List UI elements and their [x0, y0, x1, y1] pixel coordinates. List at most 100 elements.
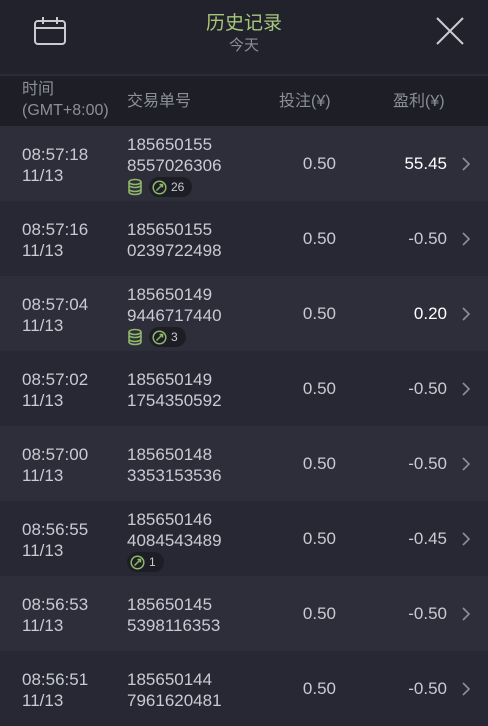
- row-order: 185650146 4084543489: [127, 509, 222, 551]
- date-value: 11/13: [22, 166, 64, 185]
- order-id-part1: 185650146: [127, 510, 213, 529]
- chevron-right-icon[interactable]: [461, 381, 471, 397]
- date-value: 11/13: [22, 466, 64, 485]
- time-value: 08:57:16: [22, 220, 89, 239]
- order-id-part1: 185650149: [127, 285, 213, 304]
- page-title: 历史记录: [205, 13, 282, 34]
- header: 历史记录 今天: [0, 0, 488, 76]
- chevron-right-icon[interactable]: [461, 456, 471, 472]
- history-row[interactable]: 08:56:51 11/13 185650144 7961620481 0.50…: [0, 651, 488, 726]
- history-row[interactable]: 08:56:53 11/13 185650145 5398116353 0.50…: [0, 576, 488, 651]
- row-order: 185650148 3353153536: [127, 444, 222, 486]
- row-order: 185650155 8557026306: [127, 134, 222, 176]
- time-column-header: 时间 (GMT+8:00): [22, 79, 109, 121]
- profit-column-header: 盈利(¥): [393, 93, 445, 110]
- time-header-label: 时间: [22, 81, 55, 98]
- time-value: 08:56:55: [22, 520, 89, 539]
- time-value: 08:57:02: [22, 370, 89, 389]
- chevron-right-icon[interactable]: [461, 606, 471, 622]
- history-row[interactable]: 08:57:00 11/13 185650148 3353153536 0.50…: [0, 426, 488, 501]
- order-id-part1: 185650148: [127, 445, 213, 464]
- row-time: 08:57:16 11/13: [22, 219, 88, 261]
- row-stake: 0.50: [302, 304, 336, 323]
- row-stake: 0.50: [302, 529, 336, 548]
- history-row[interactable]: 08:57:04 11/13 185650149 9446717440 3 0.…: [0, 276, 488, 351]
- row-time: 08:57:02 11/13: [22, 369, 88, 411]
- time-value: 08:57:04: [22, 295, 89, 314]
- order-id-part2: 3353153536: [127, 466, 222, 485]
- history-row[interactable]: 08:57:16 11/13 185650155 0239722498 0.50…: [0, 201, 488, 276]
- row-profit: -0.50: [408, 454, 447, 473]
- badge-count: 26: [171, 180, 185, 194]
- row-order: 185650149 9446717440: [127, 284, 222, 326]
- free-spin-badge: 26: [149, 177, 193, 197]
- history-row[interactable]: 08:57:18 11/13 185650155 8557026306 26 0…: [0, 126, 488, 201]
- order-id-part2: 1754350592: [127, 391, 222, 410]
- column-header: 时间 (GMT+8:00) 交易单号 投注(¥) 盈利(¥): [0, 76, 488, 126]
- history-row[interactable]: 08:57:02 11/13 185650149 1754350592 0.50…: [0, 351, 488, 426]
- time-value: 08:57:18: [22, 145, 89, 164]
- stake-column-header: 投注(¥): [279, 93, 331, 110]
- order-id-part1: 185650155: [127, 135, 213, 154]
- row-order: 185650145 5398116353: [127, 594, 220, 636]
- badge-count: 3: [171, 330, 178, 344]
- time-value: 08:56:51: [22, 670, 89, 689]
- badge-count: 1: [149, 555, 156, 569]
- row-badges: 1: [127, 552, 164, 572]
- row-time: 08:57:18 11/13: [22, 144, 88, 186]
- spin-icon: [130, 554, 145, 570]
- row-profit: -0.50: [408, 229, 447, 248]
- row-badges: 3: [127, 327, 186, 347]
- row-stake: 0.50: [302, 679, 336, 698]
- date-value: 11/13: [22, 316, 64, 335]
- row-time: 08:57:00 11/13: [22, 444, 88, 486]
- order-id-part2: 9446717440: [127, 306, 222, 325]
- timezone-label: (GMT+8:00): [22, 102, 109, 119]
- spin-icon: [152, 179, 167, 195]
- chevron-right-icon[interactable]: [461, 681, 471, 697]
- free-spin-badge: 3: [149, 327, 186, 347]
- chevron-right-icon[interactable]: [461, 531, 471, 547]
- order-id-part2: 8557026306: [127, 156, 222, 175]
- row-stake: 0.50: [302, 229, 336, 248]
- row-profit: -0.50: [408, 604, 447, 623]
- chevron-right-icon[interactable]: [461, 156, 471, 172]
- order-id-part2: 5398116353: [127, 616, 221, 635]
- row-stake: 0.50: [302, 454, 336, 473]
- row-time: 08:56:51 11/13: [22, 669, 88, 711]
- spin-icon: [152, 329, 167, 345]
- row-profit: -0.45: [408, 529, 447, 548]
- date-value: 11/13: [22, 541, 64, 560]
- order-id-part2: 7961620481: [127, 691, 222, 710]
- page-subtitle: 今天: [228, 37, 259, 54]
- date-value: 11/13: [22, 241, 64, 260]
- order-id-part2: 4084543489: [127, 531, 222, 550]
- row-order: 185650155 0239722498: [127, 219, 222, 261]
- coins-icon: [128, 178, 142, 196]
- chevron-right-icon[interactable]: [461, 231, 471, 247]
- row-stake: 0.50: [302, 604, 336, 623]
- coins-icon: [128, 328, 142, 346]
- row-profit: 0.20: [413, 304, 447, 323]
- row-profit: 55.45: [404, 154, 447, 173]
- chevron-right-icon[interactable]: [461, 306, 471, 322]
- order-id-part1: 185650145: [127, 595, 213, 614]
- order-id-part1: 185650149: [127, 370, 213, 389]
- date-value: 11/13: [22, 391, 64, 410]
- row-order: 185650144 7961620481: [127, 669, 222, 711]
- row-badges: 26: [127, 177, 193, 197]
- order-column-header: 交易单号: [127, 93, 192, 110]
- time-value: 08:57:00: [22, 445, 89, 464]
- order-id-part1: 185650155: [127, 220, 213, 239]
- row-time: 08:56:55 11/13: [22, 519, 88, 561]
- order-id-part1: 185650144: [127, 670, 213, 689]
- row-profit: -0.50: [408, 379, 447, 398]
- row-time: 08:57:04 11/13: [22, 294, 88, 336]
- history-row[interactable]: 08:56:55 11/13 185650146 4084543489 1 0.…: [0, 501, 488, 576]
- close-icon[interactable]: [434, 15, 466, 47]
- row-stake: 0.50: [302, 154, 336, 173]
- order-id-part2: 0239722498: [127, 241, 222, 260]
- row-stake: 0.50: [302, 379, 336, 398]
- row-order: 185650149 1754350592: [127, 369, 222, 411]
- row-time: 08:56:53 11/13: [22, 594, 88, 636]
